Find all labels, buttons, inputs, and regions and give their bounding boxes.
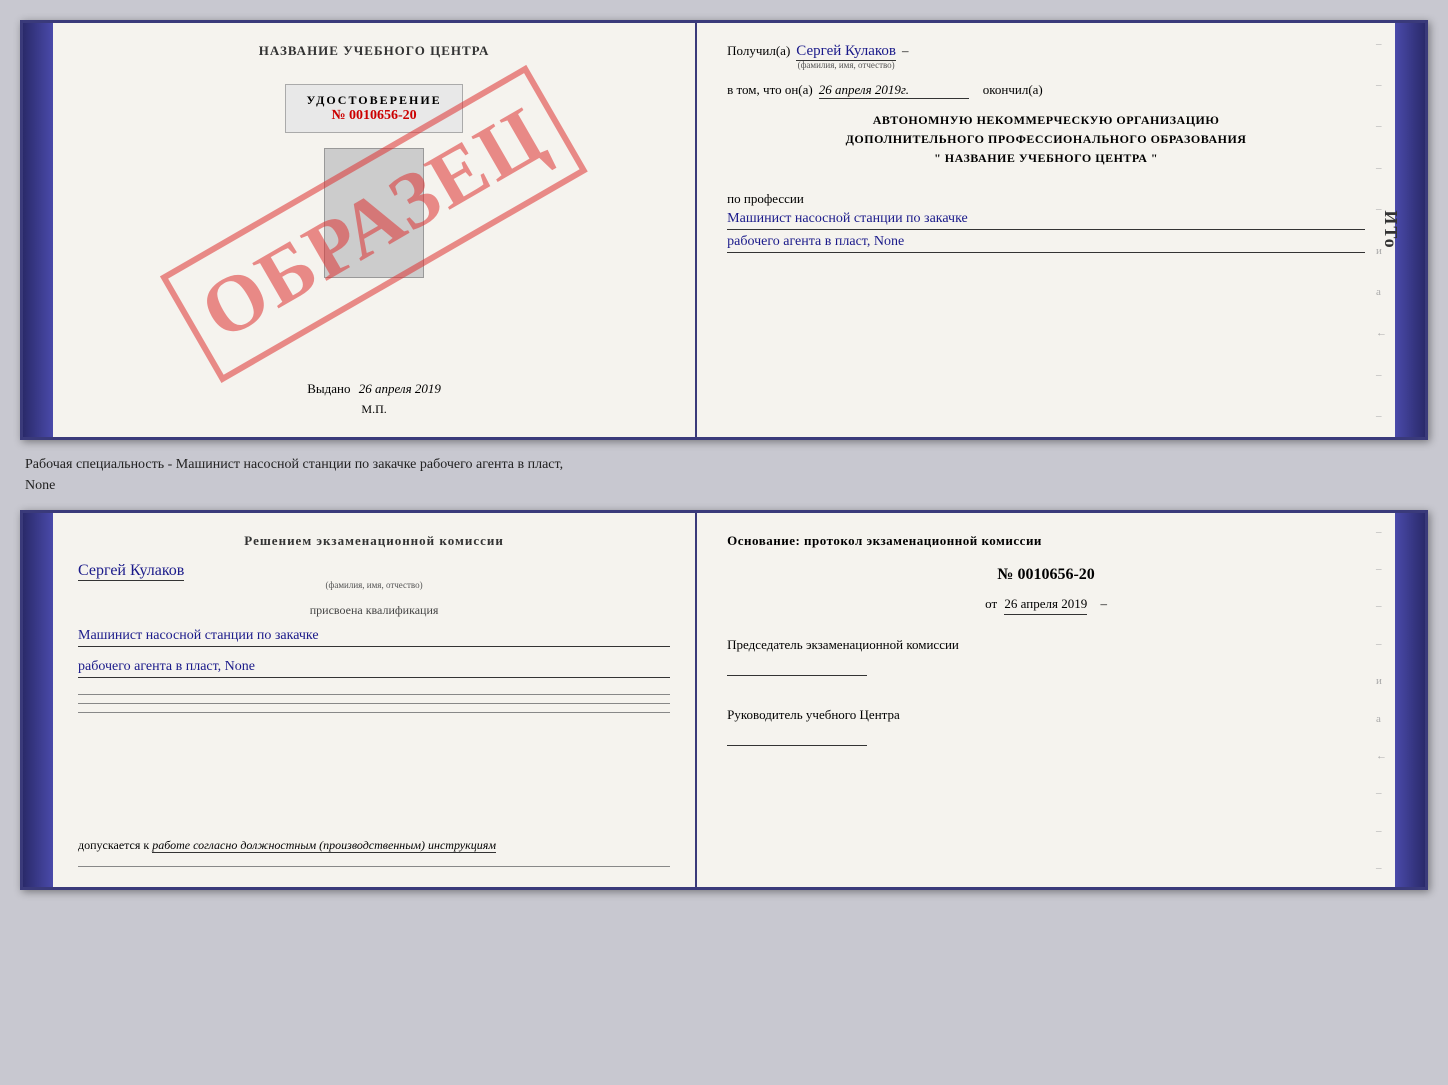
qualification-line2: рабочего агента в пласт, None xyxy=(78,659,670,678)
protocol-number: № 0010656-20 xyxy=(727,566,1365,584)
org-line1: АВТОНОМНУЮ НЕКОММЕРЧЕСКУЮ ОРГАНИЗАЦИЮ xyxy=(727,111,1365,130)
cert-bottom-right-panel: Основание: протокол экзаменационной коми… xyxy=(697,513,1395,887)
between-text1: Рабочая специальность - Машинист насосно… xyxy=(25,457,563,472)
okonchil-label: окончил(а) xyxy=(983,82,1043,98)
certificate-top: НАЗВАНИЕ УЧЕБНОГО ЦЕНТРА ОБРАЗЕЦ УДОСТОВ… xyxy=(20,20,1428,440)
dopusk-text: работе согласно должностным (производств… xyxy=(152,838,496,853)
qualification-line1: Машинист насосной станции по закачке xyxy=(78,628,670,647)
poluchil-label: Получил(а) xyxy=(727,43,790,59)
profession-line1: Машинист насосной станции по закачке xyxy=(727,211,1365,230)
org-line3: " НАЗВАНИЕ УЧЕБНОГО ЦЕНТРА " xyxy=(727,149,1365,168)
mp-label: М.П. xyxy=(361,402,386,417)
po-professii-label: по профессии xyxy=(727,191,1365,207)
bottom-right-dashes: ––––иа←––– xyxy=(1376,513,1387,887)
recipient-name: Сергей Кулаков (фамилия, имя, отчество) xyxy=(796,43,896,70)
cert-right-panel: Получил(а) Сергей Кулаков (фамилия, имя,… xyxy=(697,23,1395,437)
spine-left xyxy=(23,23,53,437)
poluchil-line: Получил(а) Сергей Кулаков (фамилия, имя,… xyxy=(727,43,1365,70)
dopuskaetsya-section: допускается к работе согласно должностны… xyxy=(78,838,670,853)
certificate-bottom: Решением экзаменационной комиссии Сергей… xyxy=(20,510,1428,890)
spine-left-bottom xyxy=(23,513,53,887)
org-line2: ДОПОЛНИТЕЛЬНОГО ПРОФЕССИОНАЛЬНОГО ОБРАЗО… xyxy=(727,130,1365,149)
vydano-label: Выдано xyxy=(307,381,350,396)
vtom-line: в том, что он(а) 26 апреля 2019г. окончи… xyxy=(727,82,1365,99)
cert-bottom-left-panel: Решением экзаменационной комиссии Сергей… xyxy=(53,513,697,887)
between-section: Рабочая специальность - Машинист насосно… xyxy=(20,450,1428,500)
predsedatel-section: Председатель экзаменационной комиссии xyxy=(727,637,1365,680)
komissia-fio-hint: (фамилия, имя, отчество) xyxy=(78,580,670,590)
org-block: АВТОНОМНУЮ НЕКОММЕРЧЕСКУЮ ОРГАНИЗАЦИЮ ДО… xyxy=(727,111,1365,169)
photo-placeholder xyxy=(324,148,424,278)
vydano-section: Выдано 26 апреля 2019 xyxy=(307,361,441,397)
vtom-label: в том, что он(а) xyxy=(727,82,813,98)
predsedatel-label: Председатель экзаменационной комиссии xyxy=(727,637,1365,653)
komissia-name: Сергей Кулаков xyxy=(78,562,184,581)
cert-number: № 0010656-20 xyxy=(306,108,441,124)
vydano-date: 26 апреля 2019 xyxy=(359,381,441,396)
spine-right: ИTo xyxy=(1395,23,1425,437)
between-text2: None xyxy=(25,478,55,493)
rukovoditel-sig-line xyxy=(727,731,867,746)
fio-hint-top: (фамилия, имя, отчество) xyxy=(796,60,896,70)
vtom-date: 26 апреля 2019г. xyxy=(819,82,969,99)
dopuskaetsya-label: допускается к xyxy=(78,838,149,852)
komissia-title: Решением экзаменационной комиссии xyxy=(78,533,670,549)
rukovoditel-label: Руководитель учебного Центра xyxy=(727,707,1365,723)
rukovoditel-section: Руководитель учебного Центра xyxy=(727,707,1365,750)
cert-school-title: НАЗВАНИЕ УЧЕБНОГО ЦЕНТРА xyxy=(259,43,490,59)
cert-left-panel: НАЗВАНИЕ УЧЕБНОГО ЦЕНТРА ОБРАЗЕЦ УДОСТОВ… xyxy=(53,23,697,437)
profession-line2: рабочего агента в пласт, None xyxy=(727,234,1365,253)
ot-section: от 26 апреля 2019 – xyxy=(727,596,1365,615)
ot-label: от xyxy=(985,596,997,611)
ito-mark: ИTo xyxy=(1380,210,1401,249)
recipient-name-handwritten: Сергей Кулаков xyxy=(796,43,896,61)
osnovanie-title: Основание: протокол экзаменационной коми… xyxy=(727,533,1365,549)
predsedatel-sig-line xyxy=(727,661,867,676)
spine-right-bottom xyxy=(1395,513,1425,887)
prisvoena-label: присвоена квалификация xyxy=(78,603,670,618)
ot-date: 26 апреля 2019 xyxy=(1004,596,1087,615)
udostoverenie-label: УДОСТОВЕРЕНИЕ xyxy=(306,93,441,108)
udostoverenie-box: УДОСТОВЕРЕНИЕ № 0010656-20 xyxy=(285,84,462,133)
